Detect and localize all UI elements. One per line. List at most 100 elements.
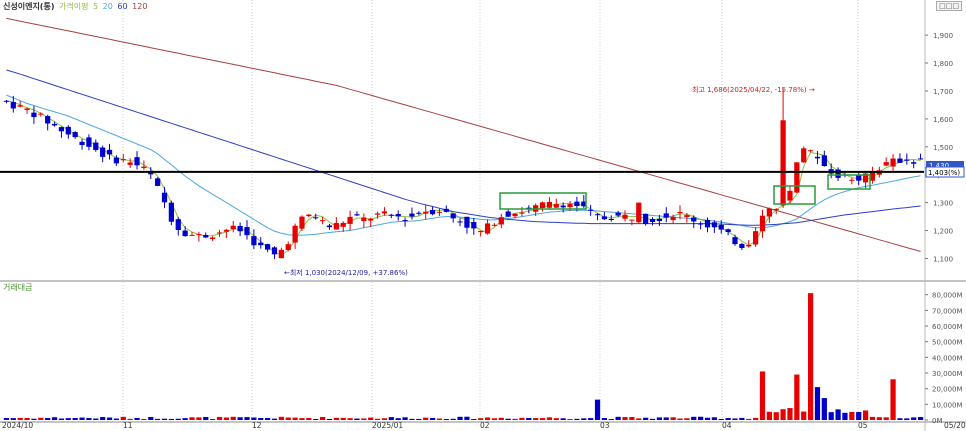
candle-body	[381, 211, 388, 214]
volume-bar	[862, 410, 869, 420]
volume-bar	[464, 416, 470, 420]
volume-bar	[58, 418, 65, 420]
candle-body	[230, 225, 236, 230]
volume-legend: 거래대금	[3, 282, 34, 293]
candle-body	[780, 120, 786, 206]
candle-body	[883, 162, 889, 166]
volume-bar	[381, 418, 388, 420]
volume-bar	[704, 417, 711, 420]
volume-bar	[759, 371, 766, 420]
price-tick-label: 1,200	[933, 228, 953, 236]
candle-body	[244, 227, 250, 236]
candle-body	[560, 205, 566, 208]
candle-body	[265, 244, 271, 250]
volume-bar	[746, 418, 752, 420]
candle-body	[58, 127, 65, 132]
volume-bar	[560, 418, 566, 420]
volume-bar	[395, 418, 401, 420]
candle-body	[127, 162, 133, 165]
candle-body	[588, 209, 594, 211]
candle-body	[615, 212, 621, 216]
volume-tick-label: 60,000M	[932, 323, 963, 331]
candle-body	[752, 231, 759, 245]
candle-body	[271, 247, 278, 255]
volume-bar	[313, 418, 319, 420]
volume-bar	[773, 412, 779, 420]
candle-body	[299, 216, 305, 229]
x-tick-label: 12	[252, 421, 262, 430]
volume-bar	[38, 417, 44, 420]
price-tick-label: 1,800	[933, 60, 953, 68]
volume-bar	[216, 416, 223, 420]
volume-bar	[732, 418, 738, 420]
volume-bar	[106, 417, 113, 420]
panel-menu-button[interactable]: □□□	[936, 1, 962, 11]
volume-bar	[258, 418, 264, 420]
volume-bar	[471, 419, 477, 421]
volume-bar	[739, 417, 745, 420]
volume-bar	[429, 417, 436, 420]
volume-bar	[79, 417, 85, 420]
candle-body	[711, 222, 717, 228]
candle-body	[196, 234, 202, 236]
volume-bar	[51, 417, 58, 420]
volume-bar	[684, 418, 690, 420]
candle-body	[189, 234, 195, 236]
volume-bar	[3, 418, 10, 420]
volume-bar	[539, 418, 546, 420]
volume-bar	[196, 417, 202, 420]
volume-bar	[443, 419, 449, 421]
candle-body	[292, 225, 298, 243]
ma-period-60: 60	[117, 2, 128, 11]
candle-body	[3, 100, 10, 102]
volume-bar	[698, 416, 704, 420]
volume-tick-label: 20,000M	[932, 386, 963, 394]
volume-bar	[601, 418, 608, 420]
volume-bar	[251, 417, 257, 420]
candle-body	[766, 208, 772, 217]
volume-bar	[567, 419, 573, 421]
volume-bar	[787, 408, 793, 420]
volume-bar	[553, 418, 559, 420]
volume-bar	[725, 418, 731, 420]
candle-body	[134, 157, 140, 166]
price-tick-label: 1,500	[933, 144, 953, 152]
candle-body	[155, 178, 161, 186]
volume-bar	[691, 416, 697, 420]
ma-period-20: 20	[102, 2, 113, 11]
candle-body	[409, 213, 415, 217]
candle-body	[594, 214, 601, 216]
candle-body	[100, 147, 106, 157]
candle-body	[313, 217, 319, 219]
volume-bar	[299, 418, 305, 420]
candle-body	[656, 218, 662, 222]
price-tick-label: 1,900	[933, 32, 953, 40]
volume-bar	[416, 418, 422, 420]
price-tick-label: 1,700	[933, 88, 953, 96]
volume-bar	[31, 418, 37, 420]
volume-bar	[780, 409, 786, 420]
candle-body	[643, 213, 649, 225]
candle-body	[917, 158, 924, 160]
volume-bar	[835, 409, 841, 420]
candle-body	[677, 212, 683, 214]
price-tick-label: 1,600	[933, 116, 953, 124]
volume-bar	[856, 412, 862, 420]
volume-bar	[72, 418, 78, 420]
x-tick-label: 02	[480, 421, 490, 430]
candle-body	[106, 149, 113, 155]
volume-bar	[155, 418, 161, 420]
x-tick-label: 2024/10	[2, 421, 33, 430]
candle-body	[835, 169, 841, 178]
candle-body	[223, 229, 229, 232]
candle-body	[498, 217, 504, 225]
candle-body	[65, 126, 71, 135]
volume-bar	[588, 418, 594, 420]
volume-bar	[237, 417, 243, 420]
candle-body	[395, 213, 401, 217]
volume-bar	[24, 417, 30, 420]
volume-bar	[636, 418, 642, 420]
candle-body	[698, 223, 704, 225]
volume-bar	[333, 417, 339, 420]
stock-chart[interactable]: 1,9001,8001,7001,6001,5001,4001,3001,200…	[0, 0, 966, 431]
